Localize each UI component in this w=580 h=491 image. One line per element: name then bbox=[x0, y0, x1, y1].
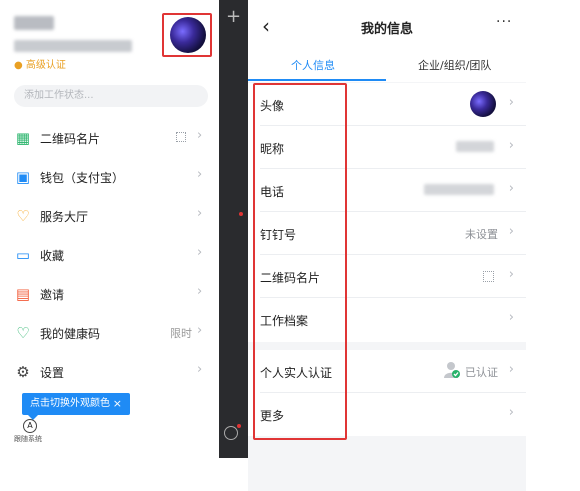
cert-label: 高级认证 bbox=[25, 60, 66, 71]
top-bar: ‹ 我的信息 ··· bbox=[248, 0, 526, 50]
unread-dot bbox=[237, 424, 241, 428]
nickname-blurred bbox=[456, 141, 494, 152]
chevron-right-icon: › bbox=[197, 323, 203, 338]
plus-icon[interactable]: + bbox=[226, 6, 241, 27]
heart-icon: ♡ bbox=[16, 207, 30, 225]
menu-label: 邀请 bbox=[40, 288, 65, 302]
chevron-right-icon: › bbox=[197, 284, 203, 299]
menu-service-hall[interactable]: ♡ 服务大厅 › bbox=[0, 198, 219, 234]
side-drawer: ● 高级认证 添加工作状态... ▦ 二维码名片 › ▣ 钱包（支付宝） › ♡… bbox=[0, 0, 219, 458]
chevron-right-icon: › bbox=[197, 206, 203, 221]
chevron-right-icon: › bbox=[508, 310, 514, 325]
menu-label: 收藏 bbox=[40, 249, 65, 263]
avatar[interactable] bbox=[170, 17, 206, 53]
chevron-right-icon: › bbox=[508, 405, 514, 420]
menu-label: 二维码名片 bbox=[40, 132, 101, 146]
more-icon[interactable]: ··· bbox=[496, 14, 512, 30]
invite-icon: ▤ bbox=[15, 285, 31, 303]
work-status-input[interactable]: 添加工作状态... bbox=[14, 85, 208, 107]
menu-settings[interactable]: ⚙ 设置 › bbox=[0, 354, 219, 390]
favorite-box-icon: ▭ bbox=[15, 246, 31, 264]
active-tab-indicator bbox=[248, 79, 386, 81]
row-value: 已认证 bbox=[465, 366, 498, 379]
settings-icon: ⚙ bbox=[16, 363, 30, 381]
phone-blurred bbox=[424, 184, 494, 195]
menu-label: 钱包（支付宝） bbox=[40, 171, 125, 185]
tab-personal-info[interactable]: 个人信息 bbox=[291, 57, 335, 73]
chevron-right-icon: › bbox=[508, 224, 514, 239]
background-chat-strip: + bbox=[219, 0, 248, 458]
qr-mini-icon bbox=[176, 132, 186, 142]
qr-icon bbox=[483, 271, 494, 282]
page-title: 我的信息 bbox=[360, 22, 413, 37]
menu-favorites[interactable]: ▭ 收藏 › bbox=[0, 237, 219, 273]
avatar-thumbnail bbox=[470, 91, 496, 117]
verified-person-icon bbox=[444, 362, 460, 378]
chevron-right-icon: › bbox=[508, 95, 514, 110]
theme-tooltip[interactable]: 点击切换外观颜色 × bbox=[22, 393, 130, 415]
health-icon: ♡ bbox=[16, 324, 30, 342]
chevron-right-icon: › bbox=[197, 128, 203, 143]
menu-label: 服务大厅 bbox=[40, 210, 89, 224]
chevron-right-icon: › bbox=[508, 138, 514, 153]
menu-qr-card[interactable]: ▦ 二维码名片 › bbox=[0, 120, 219, 156]
user-org-blurred bbox=[14, 40, 132, 52]
chevron-right-icon: › bbox=[197, 362, 203, 377]
row-value: 未设置 bbox=[465, 228, 498, 241]
certification-badge[interactable]: ● 高级认证 bbox=[14, 56, 66, 71]
menu-label: 设置 bbox=[40, 366, 65, 380]
cert-icon: ● bbox=[14, 60, 23, 71]
wallet-icon: ▣ bbox=[15, 168, 31, 186]
tooltip-text: 点击切换外观颜色 bbox=[30, 398, 110, 409]
close-icon[interactable]: × bbox=[113, 393, 122, 415]
unread-dot bbox=[239, 212, 243, 216]
chevron-right-icon: › bbox=[508, 267, 514, 282]
chevron-right-icon: › bbox=[197, 245, 203, 260]
tab-organization[interactable]: 企业/组织/团队 bbox=[418, 57, 491, 73]
limited-badge: 限时 bbox=[170, 327, 192, 340]
chevron-right-icon: › bbox=[508, 181, 514, 196]
avatar-highlight bbox=[162, 13, 212, 57]
compass-icon[interactable] bbox=[224, 426, 238, 440]
menu-health-code[interactable]: ♡ 我的健康码 限时 › bbox=[0, 315, 219, 351]
appearance-mode-icon[interactable]: A bbox=[23, 419, 37, 433]
menu-invite[interactable]: ▤ 邀请 › bbox=[0, 276, 219, 312]
menu-wallet[interactable]: ▣ 钱包（支付宝） › bbox=[0, 159, 219, 195]
chevron-right-icon: › bbox=[508, 362, 514, 377]
menu-label: 我的健康码 bbox=[40, 327, 101, 341]
follow-system-label: 跟随系统 bbox=[14, 435, 42, 443]
highlight-box bbox=[253, 83, 347, 440]
user-name-blurred bbox=[14, 16, 54, 30]
chevron-right-icon: › bbox=[197, 167, 203, 182]
qr-icon: ▦ bbox=[15, 129, 31, 147]
